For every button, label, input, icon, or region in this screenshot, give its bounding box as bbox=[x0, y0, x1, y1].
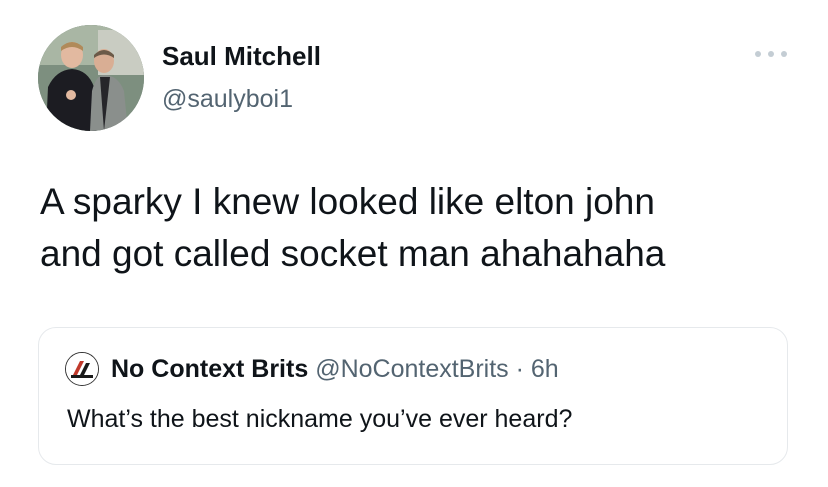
more-options-icon[interactable] bbox=[755, 47, 787, 61]
author-display-name[interactable]: Saul Mitchell bbox=[162, 41, 321, 72]
tweet-text: A sparky I knew looked like elton john a… bbox=[40, 176, 800, 280]
quote-handle: @NoContextBrits · 6h bbox=[315, 355, 559, 383]
more-dot bbox=[781, 51, 787, 57]
tweet-text-line: and got called socket man ahahahaha bbox=[40, 233, 666, 274]
quote-text: What’s the best nickname you’ve ever hea… bbox=[67, 405, 573, 433]
quote-handle-text[interactable]: @NoContextBrits bbox=[315, 355, 509, 383]
more-dot bbox=[768, 51, 774, 57]
more-dot bbox=[755, 51, 761, 57]
profile-photo-icon[interactable] bbox=[38, 25, 144, 131]
quote-time[interactable]: 6h bbox=[531, 355, 559, 383]
quote-separator: · bbox=[508, 355, 531, 383]
quoted-tweet[interactable]: No Context Brits @NoContextBrits · 6h Wh… bbox=[38, 327, 788, 465]
quote-display-name[interactable]: No Context Brits bbox=[111, 355, 308, 383]
tweet-card: Saul Mitchell @saulyboi1 A sparky I knew… bbox=[0, 0, 828, 487]
tweet-text-line: A sparky I knew looked like elton john bbox=[40, 181, 655, 222]
quote-profile-photo-icon bbox=[65, 352, 99, 386]
author-handle[interactable]: @saulyboi1 bbox=[162, 85, 293, 114]
quote-header: No Context Brits @NoContextBrits · 6h bbox=[111, 355, 559, 384]
